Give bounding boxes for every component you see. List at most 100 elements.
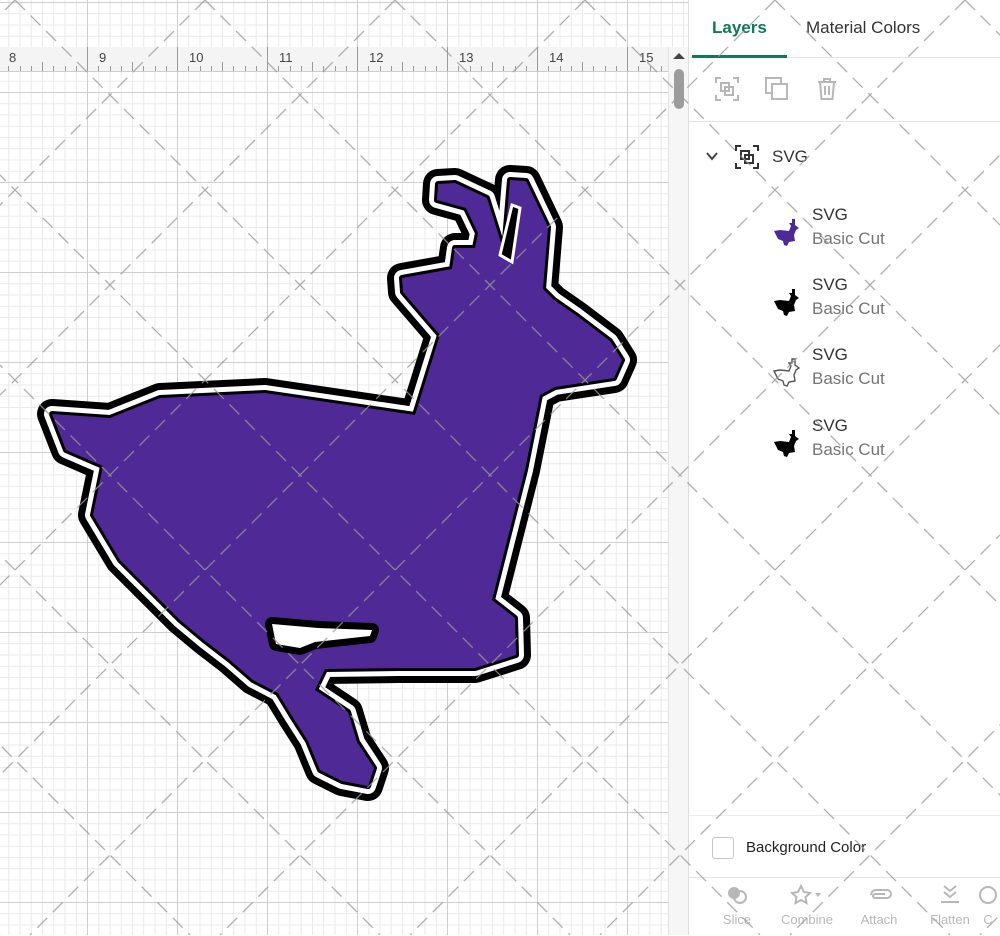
combine-button[interactable]: Combine: [777, 884, 837, 927]
ruler-tick: [109, 66, 111, 71]
ruler-tick: [154, 66, 156, 71]
panel-tabs: Layers Material Colors: [689, 0, 1000, 58]
ruler-tick: [413, 66, 415, 71]
flatten-button[interactable]: Flatten: [920, 884, 980, 927]
ruler-number: 15: [639, 50, 654, 65]
ruler-tick: [548, 66, 550, 71]
background-color-checkbox[interactable]: [712, 837, 734, 859]
ruler-number: 11: [279, 50, 293, 65]
ruler-tick: [458, 66, 460, 71]
attach-button[interactable]: Attach: [849, 884, 909, 927]
ruler-tick: [424, 66, 426, 71]
ruler-number: 9: [99, 50, 107, 65]
ruler-tick: [368, 66, 370, 71]
ruler-tick: [345, 66, 347, 71]
ruler-tick: [278, 66, 280, 71]
layer-name: SVG: [812, 416, 848, 435]
ruler-number: 8: [9, 50, 17, 65]
ruler-tick: [87, 47, 88, 71]
layer-row[interactable]: SVG Basic Cut: [689, 345, 1000, 405]
background-color-row: Background Color: [689, 815, 1000, 876]
ruler-tick: [222, 62, 223, 71]
ruler-tick: [334, 66, 336, 71]
horizontal-ruler: 8 9 10 11 12 13 14 15: [0, 47, 668, 72]
ruler-tick: [638, 66, 640, 71]
ruler-tick: [132, 62, 133, 71]
layer-row[interactable]: SVG Basic Cut: [689, 416, 1000, 476]
layer-name: SVG: [812, 345, 848, 364]
background-color-label: Background Color: [746, 839, 867, 856]
ruler-tick: [492, 62, 493, 71]
bottom-actions: Slice Combine Attach Flatten C: [689, 877, 1000, 936]
group-icon: [735, 145, 759, 169]
ruler-tick: [390, 66, 392, 71]
ruler-tick: [53, 66, 55, 71]
scroll-thumb[interactable]: [674, 69, 684, 109]
layer-row[interactable]: SVG Basic Cut: [689, 275, 1000, 335]
ruler-tick: [615, 66, 617, 71]
ruler-tick: [143, 66, 145, 71]
ruler-number: 10: [189, 50, 204, 65]
layer-operation: Basic Cut: [812, 299, 885, 318]
deer-thumbnail-icon: [774, 289, 799, 316]
ruler-tick: [300, 66, 302, 71]
slice-button[interactable]: Slice: [707, 884, 767, 927]
ruler-tick: [289, 66, 291, 71]
vertical-scrollbar[interactable]: [668, 47, 688, 935]
ruler-tick: [30, 66, 32, 71]
ruler-tick: [537, 47, 538, 71]
slice-icon: [728, 887, 747, 904]
ruler-tick: [379, 66, 381, 71]
layers-toolbar: [689, 58, 1000, 122]
tab-layers[interactable]: Layers: [712, 18, 767, 38]
ruler-tick: [42, 62, 43, 71]
ruler-tick: [570, 66, 572, 71]
ruler-tick: [649, 66, 651, 71]
ruler-tick: [199, 66, 201, 71]
chevron-down-icon[interactable]: [704, 148, 720, 164]
ruler-tick: [323, 66, 325, 71]
ruler-tick: [514, 66, 516, 71]
ruler-tick: [177, 47, 178, 71]
layer-name: SVG: [812, 275, 848, 294]
ruler-tick: [64, 66, 66, 71]
contour-button[interactable]: C: [975, 884, 1000, 927]
ruler-tick: [582, 62, 583, 71]
deer-thumbnail-icon: [774, 430, 799, 457]
layer-operation: Basic Cut: [812, 440, 885, 459]
layer-row[interactable]: SVG Basic Cut: [689, 205, 1000, 265]
ruler-tick: [255, 66, 257, 71]
tab-material-colors[interactable]: Material Colors: [806, 18, 920, 38]
ruler-tick: [469, 66, 471, 71]
ruler-tick: [210, 66, 212, 71]
deer-thumbnail-icon: [772, 358, 801, 387]
ruler-number: 14: [549, 50, 564, 65]
ruler-tick: [75, 66, 77, 71]
deer-thumbnail-icon: [774, 219, 799, 246]
ruler-tick: [165, 66, 167, 71]
attach-icon: [870, 889, 892, 899]
layer-group-row[interactable]: SVG: [689, 140, 1000, 176]
group-label: SVG: [772, 147, 808, 166]
ruler-tick: [312, 62, 313, 71]
ruler-tick: [593, 66, 595, 71]
design-canvas[interactable]: 8 9 10 11 12 13 14 15: [0, 0, 688, 935]
deer-design[interactable]: [0, 0, 668, 935]
combine-icon: [790, 884, 821, 905]
ruler-tick: [559, 66, 561, 71]
layer-operation: Basic Cut: [812, 229, 885, 248]
ruler-tick: [447, 47, 448, 71]
ruler-tick: [120, 66, 122, 71]
ruler-tick: [604, 66, 606, 71]
scroll-up-arrow-icon[interactable]: [673, 53, 685, 59]
group-icon[interactable]: [714, 76, 740, 102]
ruler-tick: [435, 66, 437, 71]
ruler-tick: [627, 47, 628, 71]
duplicate-icon[interactable]: [764, 76, 790, 102]
delete-icon[interactable]: [814, 76, 840, 102]
flatten-icon: [941, 885, 959, 903]
ruler-tick: [267, 47, 268, 71]
ruler-tick: [188, 66, 190, 71]
ruler-tick: [244, 66, 246, 71]
ruler-tick: [19, 66, 21, 71]
